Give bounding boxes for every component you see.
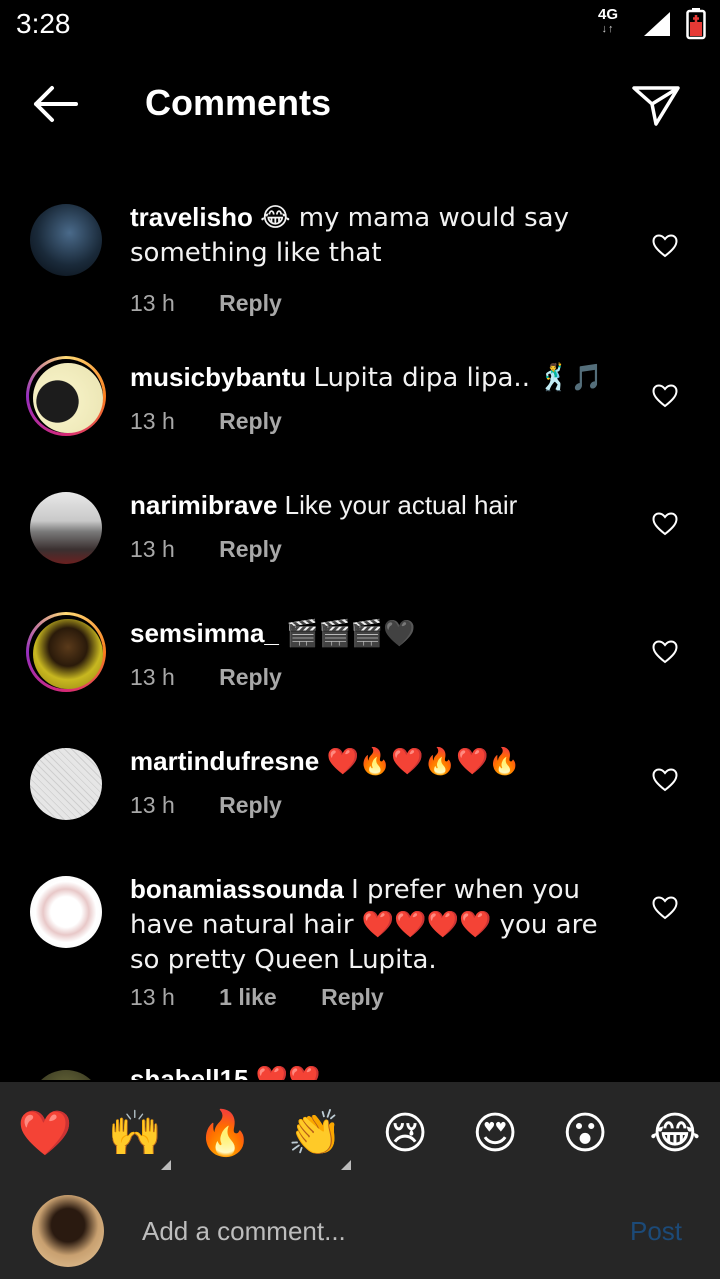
post-button[interactable]: Post — [630, 1216, 682, 1247]
comment-list[interactable]: travelisho 😂 my mama would say something… — [0, 190, 720, 1080]
reply-button[interactable]: Reply — [219, 792, 282, 818]
avatar[interactable] — [30, 748, 106, 824]
header: Comments — [0, 60, 720, 150]
battery-icon — [686, 8, 706, 40]
skin-tone-indicator — [341, 1160, 351, 1170]
reply-button[interactable]: Reply — [219, 290, 282, 316]
comment-time: 13 h — [130, 408, 175, 434]
reply-button[interactable]: Reply — [219, 536, 282, 562]
avatar[interactable] — [30, 1070, 106, 1080]
reaction-laughing[interactable]: 😂 — [645, 1104, 705, 1164]
comment-input[interactable] — [140, 1210, 604, 1252]
reaction-heart[interactable]: ❤️ — [15, 1104, 75, 1164]
heart-icon[interactable] — [652, 384, 678, 408]
comment-body: Lupita dipa lipa.. 🕺🎵 — [313, 363, 603, 393]
reply-button[interactable]: Reply — [219, 408, 282, 434]
comment-body: 🎬🎬🎬🖤 — [286, 619, 416, 649]
data-arrows-icon: ↓↑ — [601, 23, 615, 35]
reaction-clapping[interactable]: 👏 — [285, 1104, 351, 1170]
comment-body: ❤️❤️ — [255, 1065, 321, 1080]
avatar[interactable] — [30, 876, 106, 952]
comment-body: ❤️🔥❤️🔥❤️🔥 — [326, 747, 521, 777]
comment-time: 13 h — [130, 290, 175, 316]
reaction-crying[interactable]: 😢 — [375, 1104, 435, 1164]
comment-username[interactable]: bonamiassounda — [130, 874, 344, 904]
heart-icon[interactable] — [652, 234, 678, 258]
comment-username[interactable]: musicbybantu — [130, 362, 306, 392]
comment-username[interactable]: shabell15 — [130, 1064, 249, 1080]
comment-time: 13 h — [130, 536, 175, 562]
arrow-left-icon[interactable] — [30, 84, 80, 124]
heart-icon[interactable] — [652, 896, 678, 920]
comment-time: 13 h — [130, 984, 175, 1010]
current-user-avatar — [32, 1195, 104, 1267]
reaction-raised-hands-glyph: 🙌 — [107, 1108, 163, 1159]
status-time: 3:28 — [16, 8, 71, 39]
comment-composer: Post — [0, 1182, 720, 1279]
heart-icon[interactable] — [652, 640, 678, 664]
status-bar: 3:28 4G ↓↑ — [0, 0, 720, 50]
likes-count[interactable]: 1 like — [219, 984, 277, 1010]
heart-icon[interactable] — [652, 512, 678, 536]
network-indicator: 4G ↓↑ — [598, 6, 619, 36]
reply-button[interactable]: Reply — [219, 664, 282, 690]
avatar[interactable] — [26, 612, 106, 692]
reaction-surprised[interactable]: 😮 — [555, 1104, 615, 1164]
comment-username[interactable]: narimibrave — [130, 490, 277, 520]
heart-icon[interactable] — [652, 768, 678, 792]
reply-button[interactable]: Reply — [321, 984, 384, 1010]
reaction-clapping-glyph: 👏 — [287, 1108, 343, 1159]
avatar[interactable] — [26, 356, 106, 436]
network-type: 4G — [598, 6, 619, 23]
comment-username[interactable]: semsimma_ — [130, 618, 279, 648]
signal-icon — [644, 12, 670, 36]
comment-time: 13 h — [130, 792, 175, 818]
comment-body: Like your actual hair — [284, 490, 518, 520]
avatar[interactable] — [30, 492, 106, 568]
skin-tone-indicator — [161, 1160, 171, 1170]
avatar[interactable] — [30, 204, 106, 280]
page-title: Comments — [145, 82, 332, 123]
reaction-heart-eyes[interactable]: 😍 — [465, 1104, 525, 1164]
comment-username[interactable]: travelisho — [130, 202, 253, 232]
reaction-fire[interactable]: 🔥 — [195, 1104, 255, 1164]
emoji-reaction-bar: ❤️ 🙌 🔥 👏 😢 😍 😮 😂 — [0, 1082, 720, 1182]
comment-username[interactable]: martindufresne — [130, 746, 319, 776]
paper-plane-icon[interactable] — [630, 82, 682, 128]
reaction-raised-hands[interactable]: 🙌 — [105, 1104, 171, 1170]
comment-time: 13 h — [130, 664, 175, 690]
